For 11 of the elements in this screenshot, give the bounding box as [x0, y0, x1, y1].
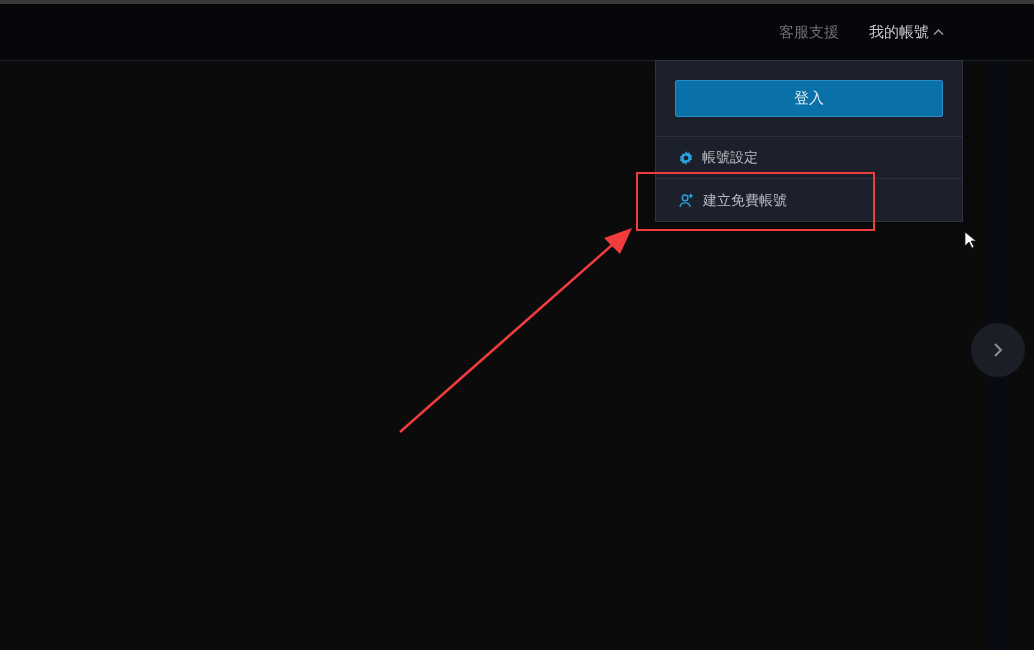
support-link[interactable]: 客服支援 [779, 20, 839, 44]
next-button[interactable] [971, 323, 1025, 377]
caret-icon [933, 28, 944, 36]
account-menu-toggle[interactable]: 我的帳號 [869, 20, 944, 44]
menu-item[interactable]: 帳號設定 [656, 137, 962, 179]
mouse-cursor-icon [964, 231, 976, 249]
chevron-right-icon [993, 342, 1003, 358]
gear-icon [678, 149, 694, 166]
add-user-icon [678, 192, 695, 208]
menu-item[interactable]: 建立免費帳號 [656, 179, 962, 221]
login-button[interactable]: 登入 [675, 80, 943, 117]
